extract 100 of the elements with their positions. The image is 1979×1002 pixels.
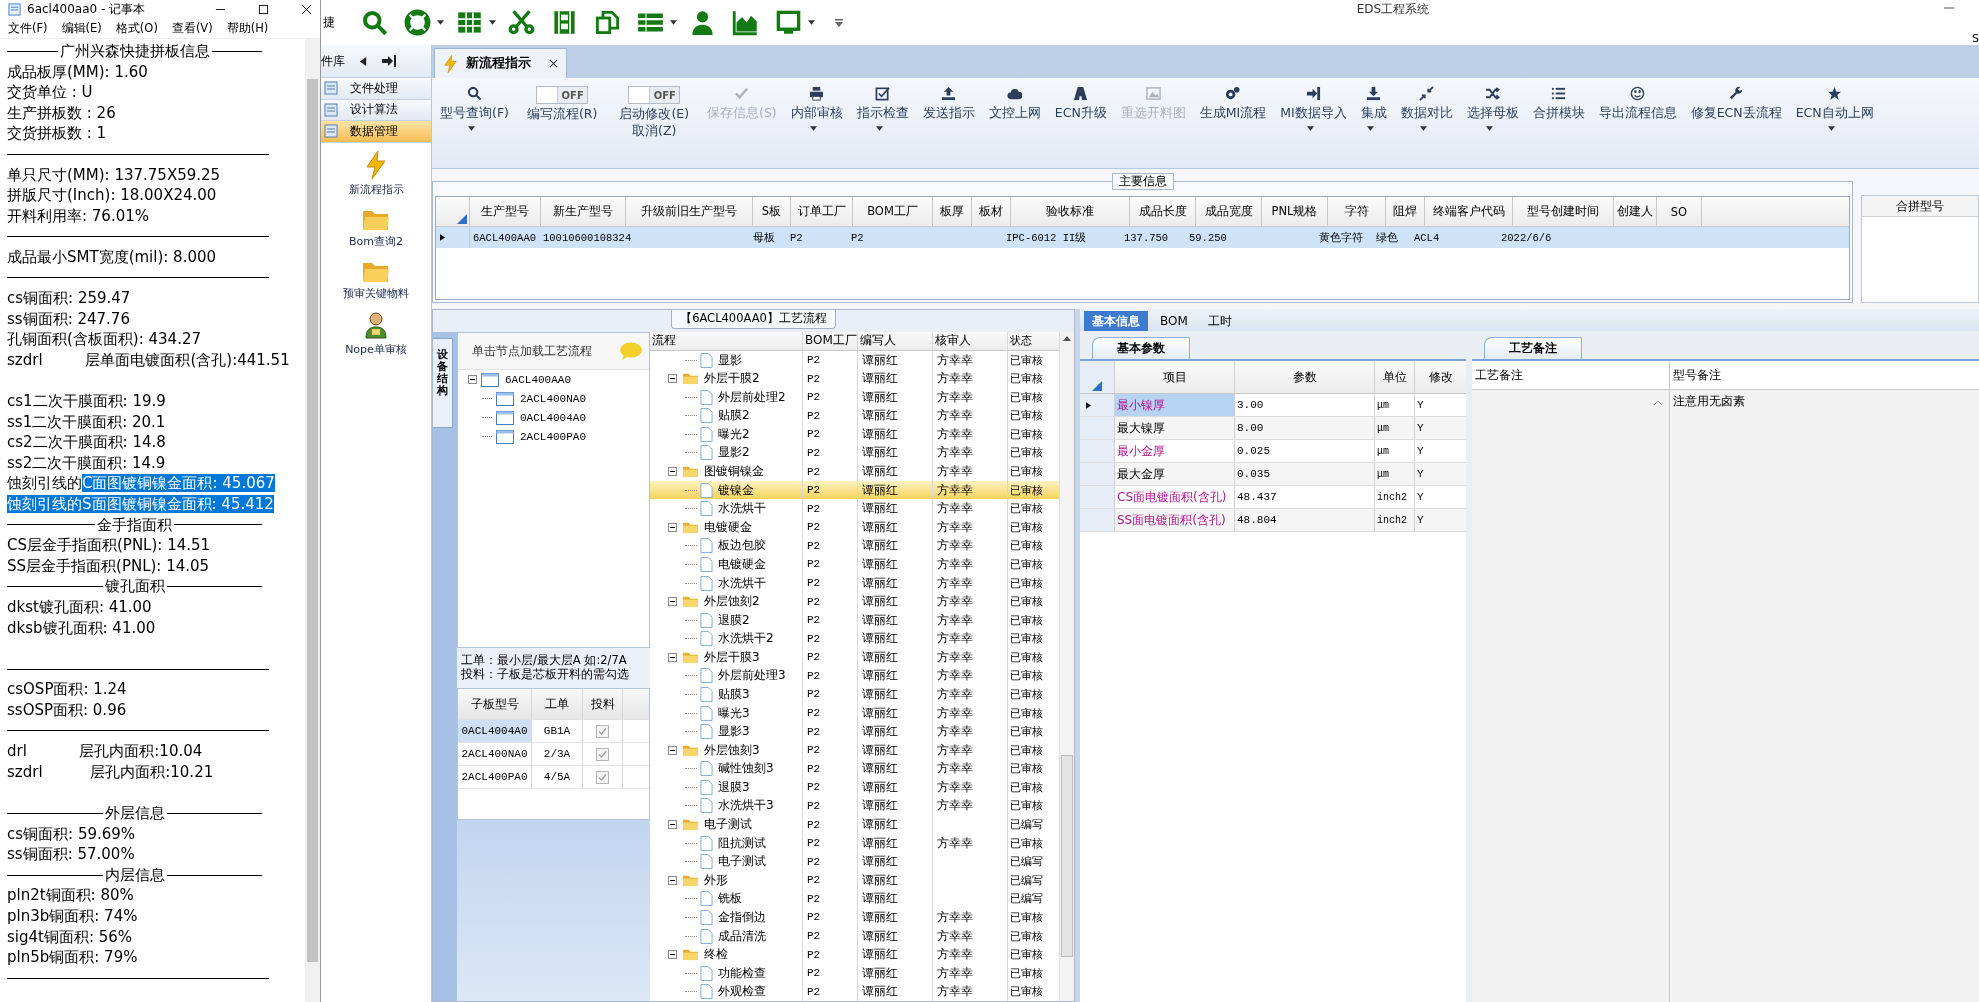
table-row[interactable]: 2ACL400PA0 4/5A bbox=[458, 765, 649, 788]
overflow-icon[interactable] bbox=[835, 18, 843, 27]
nav-item[interactable]: 数据管理 bbox=[321, 121, 431, 143]
column-header[interactable]: 合拼型号 bbox=[1862, 196, 1978, 217]
select-all-icon[interactable] bbox=[1092, 381, 1102, 391]
table-row[interactable]: 6ACL400AA0 10010600108324 母板 P2 P2 IPC-6012 II级 137.750 59.250 黄色字符 绿色 ACL4 2022/6/6 bbox=[436, 227, 1849, 248]
caret-icon[interactable] bbox=[810, 126, 818, 131]
column-header[interactable]: BOM工厂 bbox=[803, 332, 858, 350]
tree-row[interactable]: 板边包胶 P2 谭丽红 方幸幸 已审核 bbox=[650, 536, 1059, 556]
ribbon-button[interactable]: 合拼模块 bbox=[1526, 86, 1591, 131]
tree-row[interactable]: 图镀铜镍金 P2 谭丽红 方幸幸 已审核 bbox=[650, 462, 1059, 481]
ribbon-button[interactable]: 文控上网 bbox=[982, 86, 1047, 131]
tree-row[interactable]: 曝光2 P2 谭丽红 方幸幸 已审核 bbox=[650, 425, 1059, 444]
column-header[interactable]: 验收标准 bbox=[1011, 197, 1130, 226]
copy-icon[interactable] bbox=[594, 9, 621, 36]
tool-button[interactable]: 预审关键物料 bbox=[343, 258, 409, 301]
film-icon[interactable] bbox=[551, 9, 578, 36]
ribbon-button[interactable]: 修复ECN丢流程 bbox=[1684, 86, 1788, 131]
ribbon-button[interactable]: 导出流程信息 bbox=[1592, 86, 1683, 131]
checkbox[interactable] bbox=[596, 724, 609, 738]
column-header[interactable]: 投料 bbox=[583, 689, 623, 719]
lifebuoy-icon[interactable] bbox=[404, 9, 431, 36]
caret-icon[interactable] bbox=[876, 126, 884, 131]
column-header[interactable]: 流程 bbox=[650, 332, 803, 350]
tree-row[interactable]: 镀镍金 P2 谭丽红 方幸幸 已审核 bbox=[650, 480, 1059, 500]
tree-row[interactable]: 碱性蚀刻3 P2 谭丽红 方幸幸 已审核 bbox=[650, 759, 1059, 779]
tree-row[interactable]: 电子测试 P2 谭丽红 已编写 bbox=[650, 852, 1059, 871]
scissors-icon[interactable] bbox=[508, 9, 535, 36]
tree-row[interactable]: 曝光3 P2 谭丽红 方幸幸 已审核 bbox=[650, 703, 1059, 723]
ribbon-button[interactable]: 指示检查 bbox=[850, 86, 915, 131]
menu-item[interactable]: 帮助(H) bbox=[226, 20, 269, 36]
tree-row[interactable]: 阻抗测试 P2 谭丽红 方幸幸 已审核 bbox=[650, 833, 1059, 853]
tree-row[interactable]: 电子测试 P2 谭丽红 已编写 bbox=[650, 815, 1059, 834]
caret-icon[interactable] bbox=[670, 20, 677, 25]
scroll-up-icon[interactable] bbox=[1063, 336, 1071, 341]
collapse-icon[interactable] bbox=[668, 745, 677, 755]
area-chart-icon[interactable] bbox=[732, 9, 759, 36]
tree-row[interactable]: 外观检查 P2 谭丽红 方幸幸 已审核 bbox=[650, 982, 1059, 1002]
tree-row[interactable]: 显影3 P2 谭丽红 方幸幸 已审核 bbox=[650, 722, 1059, 741]
tree-row[interactable]: 水洗烘干3 P2 谭丽红 方幸幸 已审核 bbox=[650, 796, 1059, 816]
document-tab[interactable]: 新流程指示 bbox=[434, 48, 567, 78]
menu-item[interactable]: 查看(V) bbox=[171, 20, 213, 36]
tree-item[interactable]: 2ACL400PA0 bbox=[518, 430, 588, 443]
ribbon-button[interactable]: 选择母板 bbox=[1460, 86, 1525, 131]
scrollbar[interactable] bbox=[1059, 332, 1074, 1001]
column-header[interactable]: 项目 bbox=[1115, 361, 1235, 393]
column-header[interactable]: S板 bbox=[753, 197, 791, 226]
name-cell[interactable]: 最小镍厚 bbox=[1115, 394, 1235, 416]
name-cell[interactable]: 最大镍厚 bbox=[1115, 417, 1235, 439]
tree-row[interactable]: 显影 P2 谭丽红 方幸幸 已审核 bbox=[650, 350, 1059, 370]
collapse-icon[interactable] bbox=[468, 375, 477, 384]
tree-row[interactable]: 成品清洗 P2 谭丽红 方幸幸 已审核 bbox=[650, 926, 1059, 946]
tree-row[interactable]: 贴膜2 P2 谭丽红 方幸幸 已审核 bbox=[650, 406, 1059, 426]
column-header[interactable]: 型号创建时间 bbox=[1513, 197, 1614, 226]
column-header[interactable]: 终端客户代码 bbox=[1425, 197, 1513, 226]
ribbon-button[interactable]: 发送指示 bbox=[916, 86, 981, 131]
toggle-switch[interactable]: OFF bbox=[536, 86, 589, 104]
column-header[interactable]: 参数 bbox=[1235, 361, 1375, 393]
caret-icon[interactable] bbox=[808, 20, 815, 25]
tree-row[interactable]: 水洗烘干 P2 谭丽红 方幸幸 已审核 bbox=[650, 499, 1059, 518]
tree-row[interactable]: 退膜3 P2 谭丽红 方幸幸 已审核 bbox=[650, 778, 1059, 797]
scrollbar[interactable] bbox=[305, 39, 320, 1002]
column-header[interactable]: 阻焊 bbox=[1386, 197, 1425, 226]
menu-item[interactable]: 编辑(E) bbox=[61, 20, 102, 36]
column-header[interactable]: 核审人 bbox=[933, 332, 1008, 350]
column-header[interactable]: 编写人 bbox=[858, 332, 933, 350]
column-header[interactable]: 板厚 bbox=[933, 197, 972, 226]
collapse-icon[interactable] bbox=[668, 522, 677, 532]
select-all-icon[interactable] bbox=[457, 214, 467, 224]
row-header[interactable] bbox=[1080, 394, 1115, 416]
nav-item[interactable]: 设计算法 bbox=[321, 99, 431, 121]
tree-row[interactable]: 外层干膜2 P2 谭丽红 方幸幸 已审核 bbox=[650, 369, 1059, 388]
column-header[interactable]: SO bbox=[1657, 197, 1702, 226]
tool-button[interactable]: 新流程指示 bbox=[348, 150, 404, 197]
collapse-icon[interactable] bbox=[668, 374, 677, 384]
tab[interactable]: 工时 bbox=[1199, 311, 1240, 331]
collapse-icon[interactable] bbox=[668, 652, 677, 662]
checkbox[interactable] bbox=[596, 747, 609, 761]
header-corner[interactable] bbox=[1080, 361, 1115, 393]
tree-row[interactable]: 水洗烘干 P2 谭丽红 方幸幸 已审核 bbox=[650, 573, 1059, 593]
name-cell[interactable]: 最小金厚 bbox=[1115, 440, 1235, 462]
ribbon-button[interactable]: 型号查询(F) bbox=[434, 86, 515, 131]
ribbon-button[interactable]: 生成MI流程 bbox=[1193, 86, 1273, 131]
ribbon-button[interactable]: 内部审核 bbox=[784, 86, 849, 131]
collapse-icon[interactable] bbox=[668, 820, 677, 830]
search-icon[interactable] bbox=[361, 9, 388, 36]
column-header[interactable]: 修改 bbox=[1415, 361, 1466, 393]
column-header[interactable]: 单位 bbox=[1375, 361, 1415, 393]
column-header[interactable]: 子板型号 bbox=[458, 689, 532, 719]
column-header[interactable]: PNL规格 bbox=[1262, 197, 1328, 226]
tab[interactable]: BOM bbox=[1152, 311, 1196, 331]
checkbox[interactable] bbox=[596, 770, 609, 784]
caret-icon[interactable] bbox=[1828, 126, 1836, 131]
column-header[interactable]: BOM工厂 bbox=[853, 197, 933, 226]
column-header[interactable]: 成品长度 bbox=[1130, 197, 1196, 226]
collapse-icon[interactable] bbox=[668, 950, 677, 960]
table-row[interactable]: 0ACL4004A0 GB1A bbox=[458, 719, 649, 742]
column-header[interactable]: 新生产型号 bbox=[541, 197, 626, 226]
tree-row[interactable]: 外层前处理3 P2 谭丽红 方幸幸 已审核 bbox=[650, 666, 1059, 686]
name-cell[interactable]: 最大金厚 bbox=[1115, 463, 1235, 485]
